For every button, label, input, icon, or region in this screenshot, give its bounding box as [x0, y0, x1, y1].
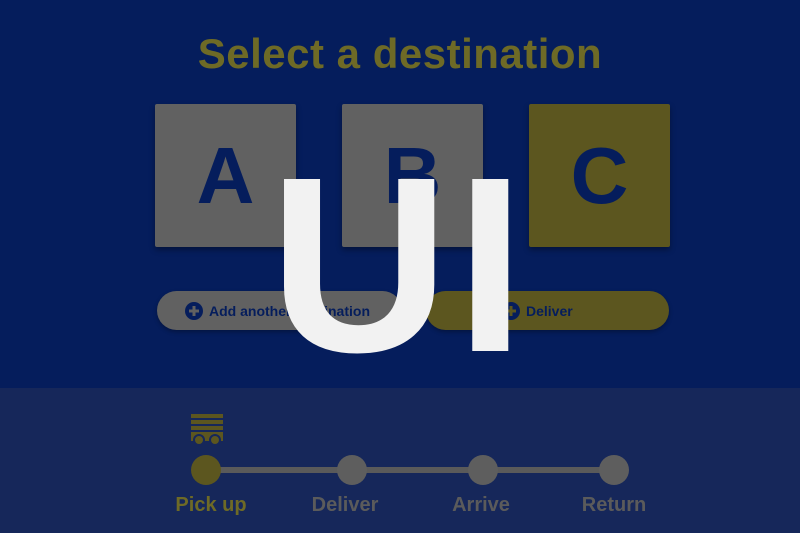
destination-tile-a[interactable]: A — [155, 104, 296, 247]
deliver-button[interactable]: Deliver — [426, 291, 669, 330]
page-title: Select a destination — [197, 30, 603, 77]
step-dot-return[interactable] — [599, 455, 629, 485]
plus-icon — [185, 301, 203, 320]
step-label-return: Return — [581, 494, 647, 516]
destination-tile-c[interactable]: C — [529, 104, 670, 247]
step-label-arrive: Arrive — [452, 494, 510, 516]
add-destination-button[interactable]: Add another destination — [157, 291, 402, 330]
progress-track — [206, 467, 615, 473]
deliver-label: Deliver — [526, 302, 573, 319]
destination-tile-b[interactable]: B — [342, 104, 483, 247]
step-label-deliver: Deliver — [311, 494, 379, 516]
destination-panel: Select a destination A B C Add another d… — [0, 0, 800, 388]
step-dot-arrive[interactable] — [468, 455, 498, 485]
plus-icon — [502, 301, 520, 320]
step-dot-pick-up[interactable] — [191, 455, 221, 485]
step-label-pick-up: Pick up — [175, 494, 247, 516]
cart-icon — [191, 414, 223, 446]
add-destination-label: Add another destination — [209, 302, 370, 319]
step-dot-deliver[interactable] — [337, 455, 367, 485]
